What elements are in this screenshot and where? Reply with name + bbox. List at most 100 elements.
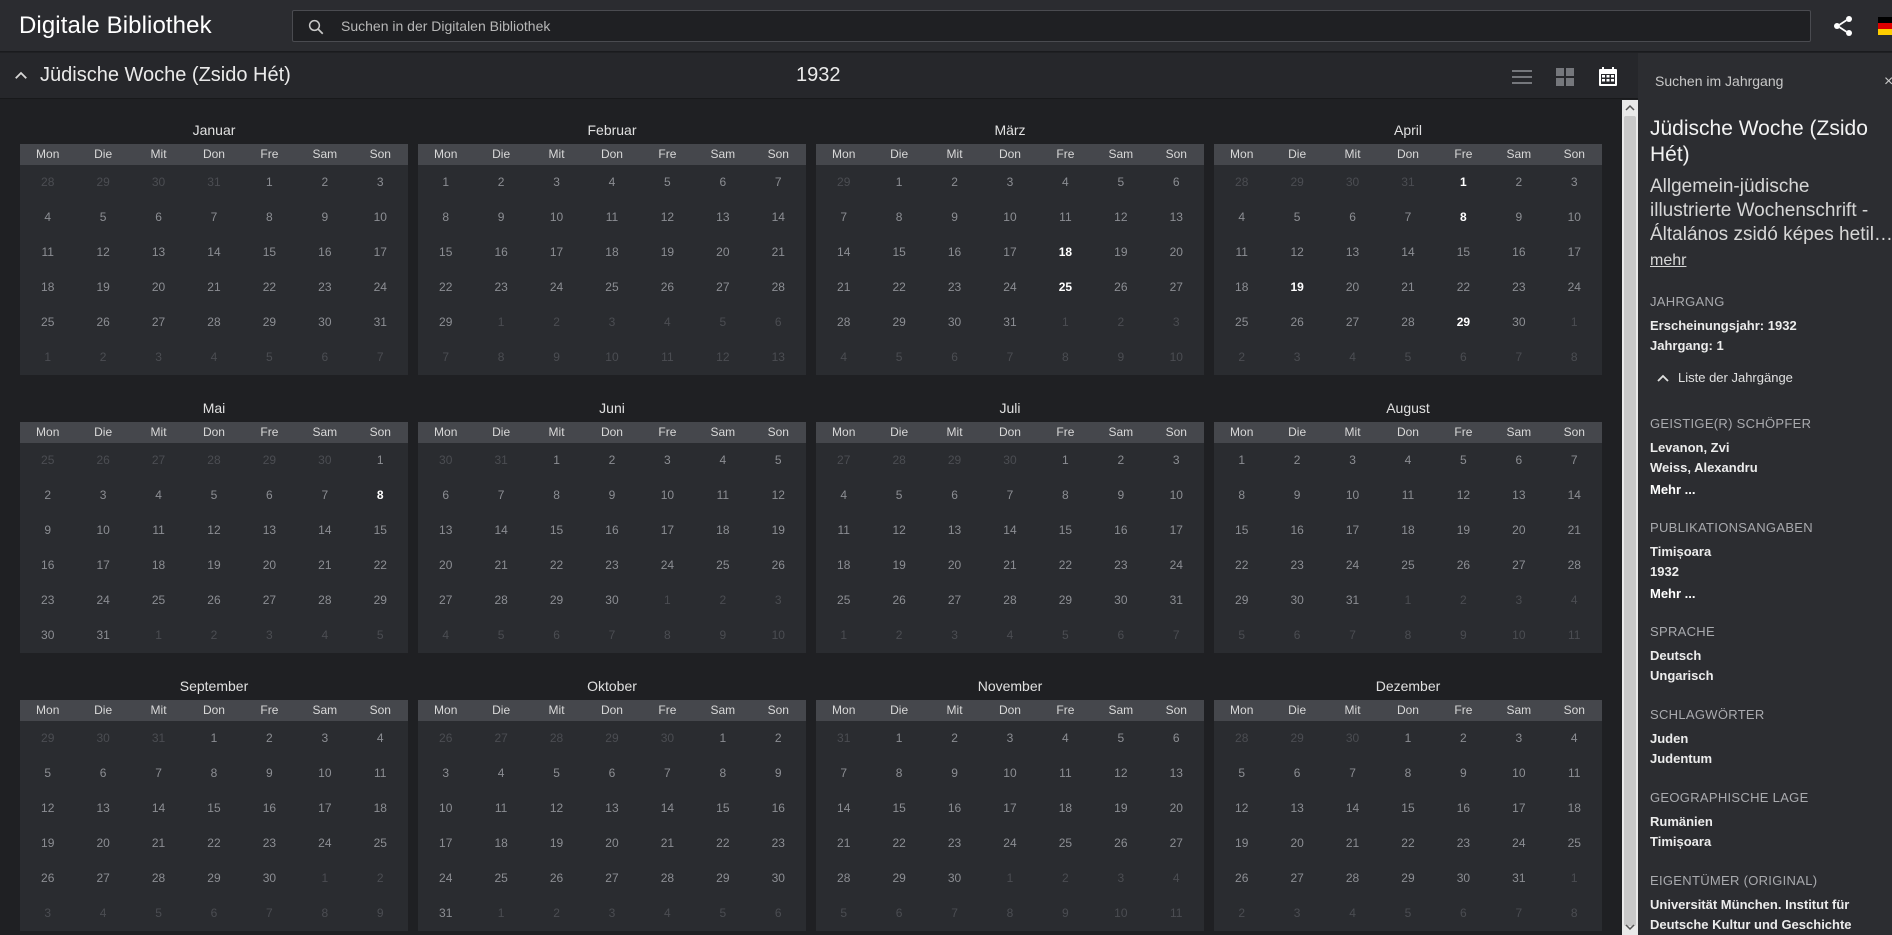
calendar-day: 1 [376, 453, 384, 467]
calendar-day: 1 [719, 731, 727, 745]
calendar-day: 1 [1238, 453, 1246, 467]
info-sidebar: Suchen im Jahrgang × Jüdische Woche (Zsi… [1638, 53, 1892, 935]
issue-day-link[interactable]: 25 [1038, 270, 1093, 305]
week-row: 1 2 3 4 5 6 7 [1214, 443, 1602, 478]
search-in-volume-link[interactable]: Suchen im Jahrgang [1655, 73, 1783, 89]
creators-more-link[interactable]: Mehr ... [1650, 482, 1696, 497]
calendar-view-icon[interactable] [1596, 65, 1620, 89]
subtitle-line: illustrierte Wochenschrift - [1650, 200, 1869, 221]
weekday-label: Die [890, 703, 909, 717]
calendar-day: 20 [439, 558, 453, 572]
issue-day-link[interactable]: 1 [1436, 165, 1491, 200]
adjacent-month-day: 3 [608, 906, 616, 920]
adjacent-month-day: 26 [96, 453, 110, 467]
month-title: Juni [599, 400, 625, 416]
calendar-day: 22 [1058, 558, 1073, 572]
calendar-day: 23 [1512, 280, 1526, 294]
owner: Deutsche Kultur und Geschichte [1650, 917, 1852, 932]
volume-list-toggle[interactable]: Liste der Jahrgänge [1656, 370, 1793, 385]
calendar-day: 13 [439, 523, 453, 537]
calendar-day: 15 [1401, 801, 1415, 815]
issue-day-link[interactable]: 8 [353, 478, 408, 513]
weekday-label: Son [1563, 425, 1585, 439]
adjacent-month-day: 7 [1515, 350, 1523, 364]
day-grid: 28 29 30 31 1 2 3 4 5 6 7 8 9 10 11 12 13 14 15 16 17 18 19 20 2… [20, 165, 408, 375]
calendar-day: 12 [207, 523, 221, 537]
issue-day-link[interactable]: 8 [1436, 200, 1491, 235]
adjacent-month-day: 30 [151, 175, 166, 189]
month-title: September [179, 678, 249, 694]
calendar-day: 6 [608, 766, 616, 780]
issue-day-link[interactable]: 29 [1436, 305, 1491, 340]
issue-day-link[interactable]: 19 [1269, 270, 1324, 305]
calendar-day: 2 [1293, 453, 1301, 467]
adjacent-month-day: 2 [99, 350, 107, 364]
adjacent-month-day: 8 [664, 628, 671, 642]
calendar-day: 17 [1169, 523, 1183, 537]
calendar-day: 6 [1349, 210, 1356, 224]
calendar-day: 16 [605, 523, 619, 537]
weekday-label: Mon [36, 425, 60, 439]
adjacent-month-day: 7 [442, 350, 450, 364]
grid-view-icon[interactable] [1553, 65, 1577, 89]
scroll-thumb[interactable] [1624, 116, 1636, 926]
weekday-label: Son [767, 147, 789, 161]
calendar-day: 30 [1114, 593, 1128, 607]
publication-more-link[interactable]: Mehr ... [1650, 586, 1696, 601]
calendar-scrollbar[interactable] [1622, 100, 1638, 935]
calendar-day: 29 [439, 315, 453, 329]
adjacent-month-day: 2 [1117, 315, 1125, 329]
more-link[interactable]: mehr [1650, 252, 1686, 270]
calendar-day: 25 [1567, 836, 1581, 850]
week-row: 4 5 6 7 8 9 10 [816, 478, 1204, 513]
week-row: 15 16 17 18 19 20 21 [418, 235, 806, 270]
calendar-day: 25 [151, 593, 166, 607]
calendar-day: 16 [318, 245, 332, 259]
issue-day-link[interactable]: 18 [1038, 235, 1093, 270]
week-row: 6 7 8 9 10 11 12 [418, 478, 806, 513]
adjacent-month-day: 7 [1006, 350, 1014, 364]
adjacent-month-day: 2 [1238, 350, 1246, 364]
chevron-up-icon[interactable] [12, 67, 30, 85]
calendar-day: 19 [660, 245, 675, 259]
calendar-day: 23 [1456, 836, 1471, 850]
adjacent-month-day: 7 [608, 628, 616, 642]
geo-label: GEOGRAPHISCHE LAGE [1650, 790, 1809, 805]
scroll-up-icon[interactable] [1625, 104, 1635, 112]
german-flag-icon[interactable] [1878, 17, 1892, 35]
calendar-day: 3 [1006, 175, 1014, 189]
weekday-label: Don [202, 147, 225, 161]
weekday-label: Mit [946, 147, 963, 161]
calendar-day: 24 [439, 871, 453, 885]
weekday-label: Die [492, 425, 511, 439]
adjacent-month-day: 6 [1117, 628, 1125, 642]
scroll-down-icon[interactable] [1625, 923, 1635, 931]
week-row: 1 2 3 4 5 6 7 [418, 165, 806, 200]
search-box[interactable] [292, 10, 1811, 42]
calendar-day: 30 [1512, 315, 1526, 329]
share-icon[interactable] [1831, 14, 1855, 38]
app-title[interactable]: Digitale Bibliothek [19, 12, 212, 40]
adjacent-month-day: 2 [210, 628, 218, 642]
volume-header: Jüdische Woche (Zsido Hét) 1932 [0, 53, 1638, 99]
calendar-day: 31 [439, 906, 453, 920]
adjacent-month-day: 4 [1172, 871, 1180, 885]
calendar-day: 8 [719, 766, 727, 780]
calendar-day: 1 [1404, 731, 1412, 745]
list-view-icon[interactable] [1510, 65, 1534, 89]
chevron-up-icon [1657, 374, 1669, 382]
weekday-header: Mon Die Mit Don Fre Sam Son [816, 700, 1204, 721]
calendar-day: 8 [1062, 488, 1069, 502]
calendar-day: 29 [207, 871, 221, 885]
adjacent-month-day: 1 [1404, 593, 1412, 607]
close-sidebar-button[interactable]: × [1884, 73, 1892, 91]
calendar-day: 26 [549, 871, 564, 885]
adjacent-month-day: 27 [494, 731, 508, 745]
weekday-header: Mon Die Mit Don Fre Sam Son [418, 144, 806, 165]
search-input[interactable] [341, 11, 1781, 41]
adjacent-month-day: 31 [837, 731, 851, 745]
adjacent-month-day: 10 [1512, 628, 1526, 642]
adjacent-month-day: 28 [1235, 175, 1249, 189]
week-row: 15 16 17 18 19 20 21 [1214, 513, 1602, 548]
calendar-day: 10 [373, 210, 387, 224]
